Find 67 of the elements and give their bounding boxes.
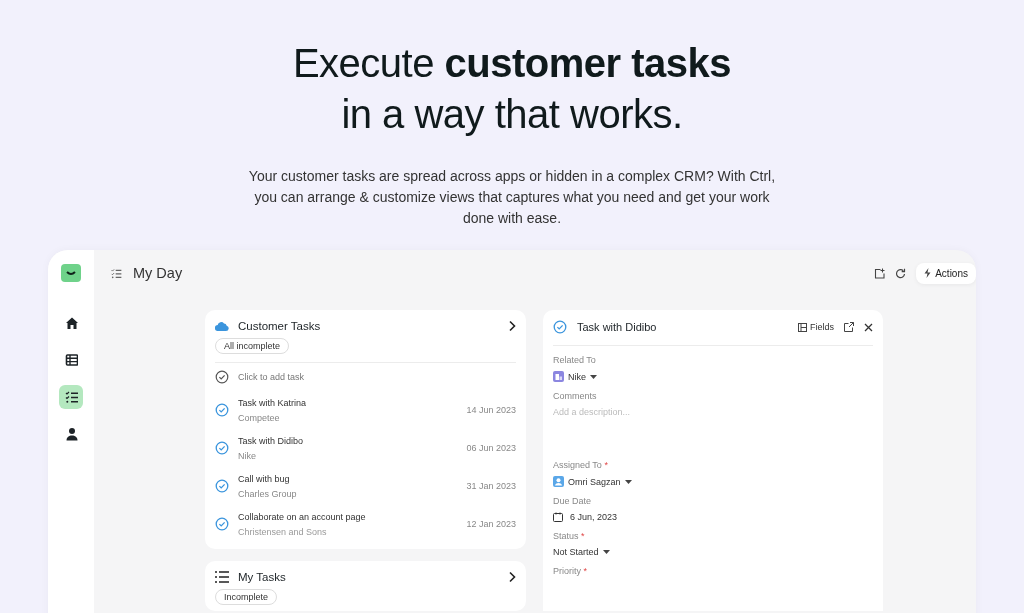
task-account: Competee [238,412,281,423]
field-label: Due Date [553,496,593,506]
task-title[interactable]: Collaborate on an account page [238,511,458,522]
chevron-right-icon [507,571,516,583]
person-icon [64,426,78,442]
checklist-icon [64,389,78,405]
fields-button[interactable]: Fields [798,322,834,332]
open-button[interactable] [507,571,516,583]
assignee-dropdown[interactable]: Omri Sagzan [568,476,621,487]
headline: in a way that works. [341,91,683,138]
field-label: Assigned To * [553,460,609,470]
status-dropdown[interactable]: Not Started [553,547,599,557]
user-icon [553,476,564,487]
cloud-icon [215,321,229,331]
open-external-button[interactable] [844,322,854,332]
field-label: Priority * [553,566,589,576]
task-date: 14 Jun 2023 [466,405,516,415]
check-circle-icon[interactable] [553,320,567,334]
field-label: Status * [553,531,586,541]
field-label: Comments [553,391,598,401]
actions-button[interactable]: Actions [916,262,976,284]
building-icon [553,371,564,382]
caret-down-icon [590,374,597,379]
check-circle-icon [215,370,229,384]
task-date: 12 Jan 2023 [466,519,516,529]
task-title: Task with Didibo [577,321,658,333]
refresh-icon [895,267,907,279]
caret-down-icon [624,479,632,484]
task-account: Nike [238,450,257,461]
check-circle-icon[interactable] [215,441,229,455]
check-circle-icon[interactable] [215,479,229,493]
chevron-right-icon [507,320,516,332]
add-task-button[interactable]: Click to add task [238,372,305,382]
field-label: Related To [553,355,597,365]
sidebar-item[interactable] [59,385,83,409]
card-title: My Tasks [238,571,287,583]
close-button[interactable] [864,322,873,332]
check-circle-icon[interactable] [215,517,229,531]
external-link-icon [844,322,854,332]
list-icon [215,571,229,583]
calendar-icon [553,512,563,522]
task-title[interactable]: Task with Didibo [238,435,458,446]
export-icon [874,267,886,279]
date-field[interactable]: 6 Jun, 2023 [570,512,618,522]
bolt-icon [924,268,932,278]
check-circle-icon[interactable] [215,403,229,417]
hero-subtitle: Your customer tasks are spread across apps or hidden in a complex CRM? With Ctrl, you can arrange & customize views that captures what you need and get your work done with ease. [247,167,777,228]
checklist-icon [110,266,123,280]
task-title[interactable]: Task with Katrina [238,397,458,408]
close-icon [864,322,873,332]
task-title[interactable]: Call with bug [238,473,458,484]
task-account: Christensen and Sons [238,526,328,537]
logo-icon [61,264,81,282]
table-icon [64,352,78,368]
task-account: Charles Group [238,488,298,499]
columns-icon [798,322,807,332]
headline: Execute customer tasks [292,40,732,87]
page-title: My Day [133,265,184,281]
caret-down-icon [602,550,610,554]
task-date: 06 Jun 2023 [466,443,516,453]
open-button[interactable] [507,320,516,332]
card-title: Customer Tasks [238,320,322,332]
refresh-button[interactable] [895,267,907,279]
task-date: 31 Jan 2023 [466,481,516,491]
export-button[interactable] [874,267,886,279]
home-icon [64,315,78,331]
account-dropdown[interactable]: Nike [568,371,586,382]
